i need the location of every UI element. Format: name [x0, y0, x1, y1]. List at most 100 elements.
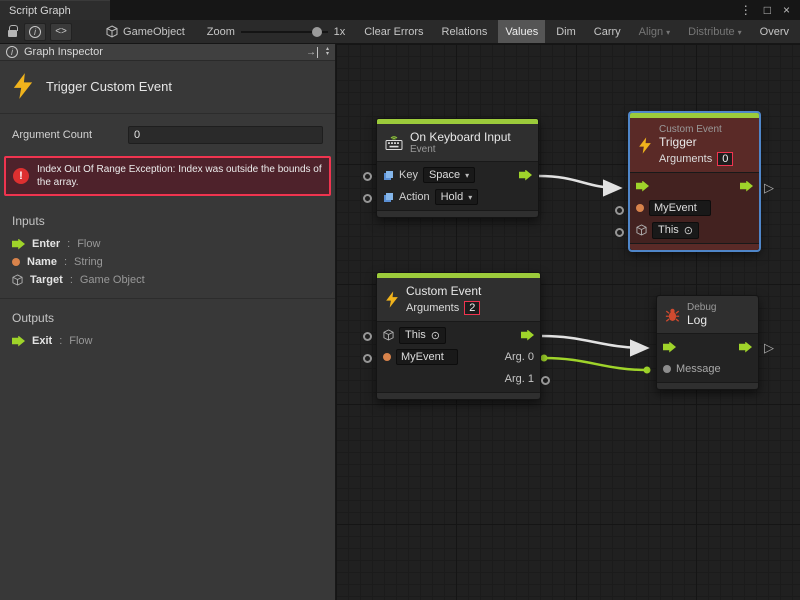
key-type-icon: [383, 170, 394, 181]
code-icon[interactable]: <>: [50, 23, 72, 41]
chevron-down-icon: ▾: [465, 171, 469, 180]
arguments-label: Arguments: [406, 302, 459, 314]
overview-button[interactable]: Overv: [753, 20, 796, 44]
event-name-input[interactable]: [649, 200, 711, 216]
string-port-icon: [636, 204, 644, 212]
target-row: This ⊙: [377, 324, 540, 346]
error-message-box: ! Index Out Of Range Exception: Index wa…: [4, 156, 331, 196]
zoom-value: 1x: [334, 26, 346, 38]
play-marker-icon: ▷: [764, 340, 774, 356]
string-port-icon: [12, 258, 20, 266]
arg0-label: Arg. 0: [505, 351, 534, 363]
lightning-bolt-icon: [12, 73, 34, 99]
error-text: Index Out Of Range Exception: Index was …: [37, 163, 322, 189]
gameobject-port-icon: [636, 224, 647, 236]
zoom-slider[interactable]: [241, 24, 328, 40]
dock-icon[interactable]: →: [306, 47, 318, 58]
pane-spinner[interactable]: ▴ ▾: [326, 47, 329, 57]
flow-out-port[interactable]: [519, 170, 532, 181]
carry-button[interactable]: Carry: [587, 20, 628, 44]
node-subtitle: Event: [410, 144, 511, 155]
action-dropdown[interactable]: Hold ▾: [435, 189, 479, 205]
values-button[interactable]: Values: [498, 20, 545, 44]
gameobject-label: GameObject: [123, 26, 185, 38]
align-button[interactable]: Align▾: [632, 20, 677, 44]
target-dropdown[interactable]: This ⊙: [399, 327, 446, 344]
target-dropdown[interactable]: This ⊙: [652, 222, 699, 239]
key-port-row: Key Space ▾: [377, 164, 538, 186]
node-category: Debug: [687, 302, 716, 313]
port-circle[interactable]: [615, 228, 624, 237]
outputs-heading: Outputs: [0, 299, 335, 332]
bug-icon: [665, 307, 680, 323]
port-circle[interactable]: [541, 376, 550, 385]
distribute-button[interactable]: Distribute▾: [681, 20, 748, 44]
port-circle[interactable]: [615, 206, 624, 215]
inputs-heading: Inputs: [0, 202, 335, 235]
arguments-count-badge[interactable]: 0: [717, 152, 733, 166]
message-row: Message: [657, 358, 758, 380]
node-trigger-custom-event[interactable]: Custom Event Trigger Arguments 0: [629, 112, 760, 251]
node-title: Custom Event: [406, 284, 481, 298]
flow-in-port[interactable]: [663, 342, 676, 353]
argument-count-input[interactable]: [128, 126, 323, 144]
node-title: Trigger: [659, 135, 733, 149]
target-row: This ⊙: [630, 219, 759, 241]
input-port-enter: Enter : Flow: [0, 235, 335, 253]
node-title: On Keyboard Input: [410, 130, 511, 144]
flow-port-row: [630, 175, 759, 197]
gameobject-selector[interactable]: GameObject: [102, 25, 189, 38]
input-port-target: Target : Game Object: [0, 271, 335, 289]
maximize-icon[interactable]: □: [764, 3, 771, 17]
lightning-bolt-icon: [638, 137, 652, 154]
window-controls: ⋮ □ ×: [740, 0, 800, 20]
target-picker-icon[interactable]: ⊙: [431, 329, 440, 342]
key-dropdown[interactable]: Space ▾: [423, 167, 475, 183]
tab-script-graph[interactable]: Script Graph: [0, 0, 110, 20]
unit-title: Trigger Custom Event: [46, 79, 172, 94]
flow-in-port[interactable]: [636, 181, 649, 192]
zoom-slider-knob[interactable]: [312, 27, 322, 37]
flow-port-icon: [12, 336, 25, 347]
arg1-row: Arg. 1: [377, 368, 540, 390]
action-type-icon: [383, 192, 394, 203]
graph-canvas[interactable]: On Keyboard Input Event Key Space ▾: [336, 44, 800, 600]
action-port-row: Action Hold ▾: [377, 186, 538, 208]
target-picker-icon[interactable]: ⊙: [684, 224, 693, 237]
node-on-keyboard-input[interactable]: On Keyboard Input Event Key Space ▾: [376, 118, 539, 218]
gameobject-port-icon: [383, 329, 394, 341]
action-label: Action: [399, 191, 430, 203]
port-circle[interactable]: [363, 172, 372, 181]
gameobject-port-icon: [12, 274, 23, 286]
arguments-count-badge[interactable]: 2: [464, 301, 480, 315]
flow-port-row: [657, 336, 758, 358]
argument-count-row: Argument Count: [0, 114, 335, 146]
menu-icon[interactable]: ⋮: [740, 3, 752, 17]
node-category: Custom Event: [659, 124, 733, 135]
dim-button[interactable]: Dim: [549, 20, 583, 44]
flow-out-port[interactable]: [740, 181, 753, 192]
chevron-down-icon: ▾: [666, 28, 670, 37]
clear-errors-button[interactable]: Clear Errors: [357, 20, 430, 44]
port-circle[interactable]: [363, 354, 372, 363]
relations-button[interactable]: Relations: [435, 20, 495, 44]
chevron-down-icon: ▾: [468, 193, 472, 202]
close-icon[interactable]: ×: [783, 3, 790, 17]
event-name-input[interactable]: [396, 349, 458, 365]
keyboard-icon: [385, 135, 403, 150]
input-port-name: Name : String: [0, 253, 335, 271]
port-circle[interactable]: [363, 332, 372, 341]
flow-out-port[interactable]: [739, 342, 752, 353]
lock-icon[interactable]: [4, 23, 20, 41]
flow-out-port[interactable]: [521, 330, 534, 341]
info-icon[interactable]: i: [24, 23, 46, 41]
lightning-bolt-icon: [385, 291, 399, 308]
message-port-icon: [663, 365, 671, 373]
node-debug-log[interactable]: Debug Log Message: [656, 295, 759, 390]
chevron-down-icon: ▾: [738, 28, 742, 37]
arguments-label: Arguments: [659, 153, 712, 165]
string-port-icon: [383, 353, 391, 361]
node-custom-event[interactable]: Custom Event Arguments 2 This ⊙: [376, 272, 541, 400]
port-circle[interactable]: [363, 194, 372, 203]
argument-count-label: Argument Count: [12, 129, 128, 141]
